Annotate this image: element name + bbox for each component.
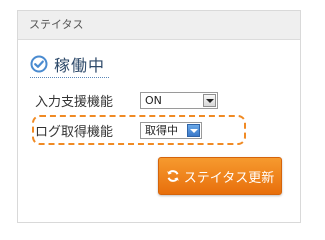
refresh-icon bbox=[166, 169, 180, 183]
input-assist-value: ON bbox=[145, 94, 162, 107]
chevron-down-icon[interactable] bbox=[203, 94, 216, 107]
setting-row-log-capture: ログ取得機能 取得中 bbox=[35, 121, 202, 140]
log-capture-value: 取得中 bbox=[145, 124, 178, 137]
log-capture-label: ログ取得機能 bbox=[35, 125, 114, 140]
log-capture-select[interactable]: 取得中 bbox=[140, 122, 202, 139]
panel-title: ステイタス bbox=[18, 11, 300, 40]
chevron-down-icon[interactable] bbox=[187, 124, 200, 137]
status-indicator: 稼働中 bbox=[30, 52, 110, 78]
status-update-button[interactable]: ステイタス更新 bbox=[158, 157, 282, 195]
input-assist-select[interactable]: ON bbox=[140, 92, 218, 109]
status-panel: ステイタス 稼働中 入力支援機能 ON ログ取得機能 取得中 ステイタス更新 bbox=[17, 10, 301, 223]
status-text: 稼働中 bbox=[54, 56, 106, 75]
setting-row-input-assist: 入力支援機能 ON bbox=[35, 91, 218, 110]
update-button-label: ステイタス更新 bbox=[183, 170, 275, 186]
input-assist-label: 入力支援機能 bbox=[35, 95, 114, 110]
check-circle-icon bbox=[30, 55, 48, 73]
